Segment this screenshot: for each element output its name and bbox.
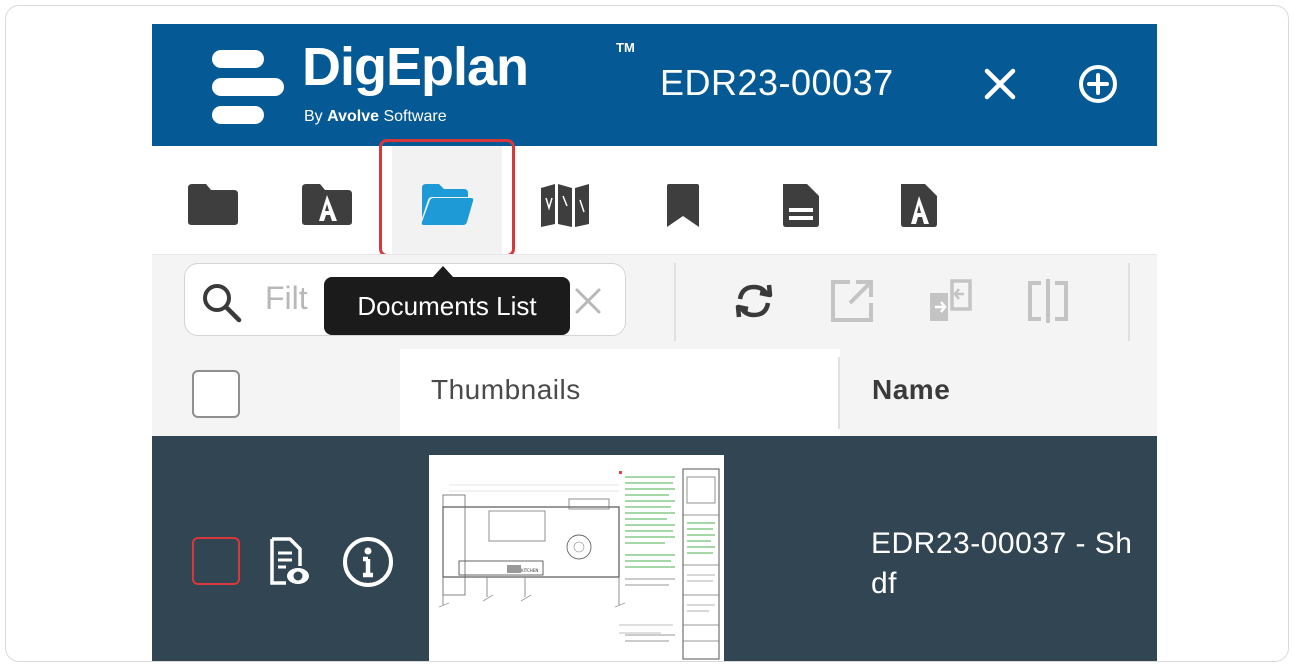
table-header: Thumbnails Name: [152, 349, 1157, 436]
document-thumbnail[interactable]: KITCHEN: [429, 455, 724, 661]
tab-document-a[interactable]: [864, 146, 974, 254]
digeplan-logo: DigEplan TM By Avolve Software: [208, 37, 635, 132]
thumbnails-column-label[interactable]: Thumbnails: [431, 374, 581, 406]
tab-document[interactable]: [746, 146, 856, 254]
logo-mark-icon: [208, 44, 288, 124]
logo-company: Avolve: [327, 108, 379, 125]
document-preview-button[interactable]: [264, 536, 312, 593]
open-external-icon: [831, 280, 873, 322]
panel-tab-bar: [152, 146, 1157, 254]
document-name-line-2: df: [871, 567, 898, 600]
logo-trademark: TM: [616, 40, 635, 55]
document-name[interactable]: EDR23-00037 - Sh df: [871, 524, 1132, 604]
info-button[interactable]: [342, 536, 394, 593]
column-divider[interactable]: [838, 357, 840, 429]
documents-list-tooltip: Documents List: [324, 277, 570, 335]
toolbar-separator-2: [1128, 263, 1130, 341]
add-circle-icon: [1079, 65, 1117, 103]
add-button[interactable]: [1078, 64, 1118, 104]
document-icon: [783, 184, 819, 227]
refresh-icon: [735, 284, 773, 318]
compare-icon: [930, 279, 972, 321]
svg-text:KITCHEN: KITCHEN: [521, 568, 538, 573]
documents-list-highlight: [379, 139, 515, 257]
open-external-button[interactable]: [828, 277, 876, 325]
logo-company-suffix: Software: [383, 108, 447, 125]
row-checkbox[interactable]: [192, 537, 240, 585]
split-view-icon: [1028, 279, 1068, 323]
split-view-button[interactable]: [1024, 277, 1072, 325]
screenshot-frame: DigEplan TM By Avolve Software EDR23-000…: [5, 5, 1289, 662]
refresh-button[interactable]: [730, 277, 778, 325]
floor-plan-thumbnail-image: KITCHEN: [429, 455, 724, 661]
app-header: DigEplan TM By Avolve Software EDR23-000…: [152, 24, 1157, 146]
clear-icon[interactable]: [571, 284, 605, 318]
logo-by-text: By: [304, 108, 323, 125]
folder-icon: [188, 184, 238, 225]
project-id: EDR23-00037: [660, 62, 894, 103]
tab-map[interactable]: [510, 146, 620, 254]
document-preview-icon: [270, 537, 309, 585]
app-viewport: DigEplan TM By Avolve Software EDR23-000…: [152, 24, 1157, 661]
logo-wordmark: DigEplan: [302, 37, 529, 97]
document-a-icon: [901, 184, 937, 227]
folder-a-icon: [302, 184, 352, 225]
close-icon: [984, 68, 1016, 100]
search-icon: [203, 284, 242, 323]
document-toolbar: Filt: [152, 254, 1157, 349]
map-icon: [541, 184, 589, 227]
tab-folder-a[interactable]: [272, 146, 382, 254]
name-column-label[interactable]: Name: [872, 374, 950, 406]
select-all-checkbox[interactable]: [192, 370, 240, 418]
close-button[interactable]: [980, 64, 1020, 104]
tab-bookmarks[interactable]: [628, 146, 738, 254]
document-name-line-1: EDR23-00037 - Sh: [871, 527, 1133, 560]
toolbar-separator: [674, 263, 676, 341]
tab-folders[interactable]: [158, 146, 268, 254]
search-input[interactable]: Filt: [265, 280, 308, 317]
compare-button[interactable]: [926, 277, 974, 325]
logo-byline: By Avolve Software: [304, 108, 447, 126]
bookmark-icon: [667, 184, 699, 227]
table-row[interactable]: KITCHEN EDR23-00037 - Sh df: [152, 436, 1157, 661]
info-icon: [343, 537, 393, 587]
